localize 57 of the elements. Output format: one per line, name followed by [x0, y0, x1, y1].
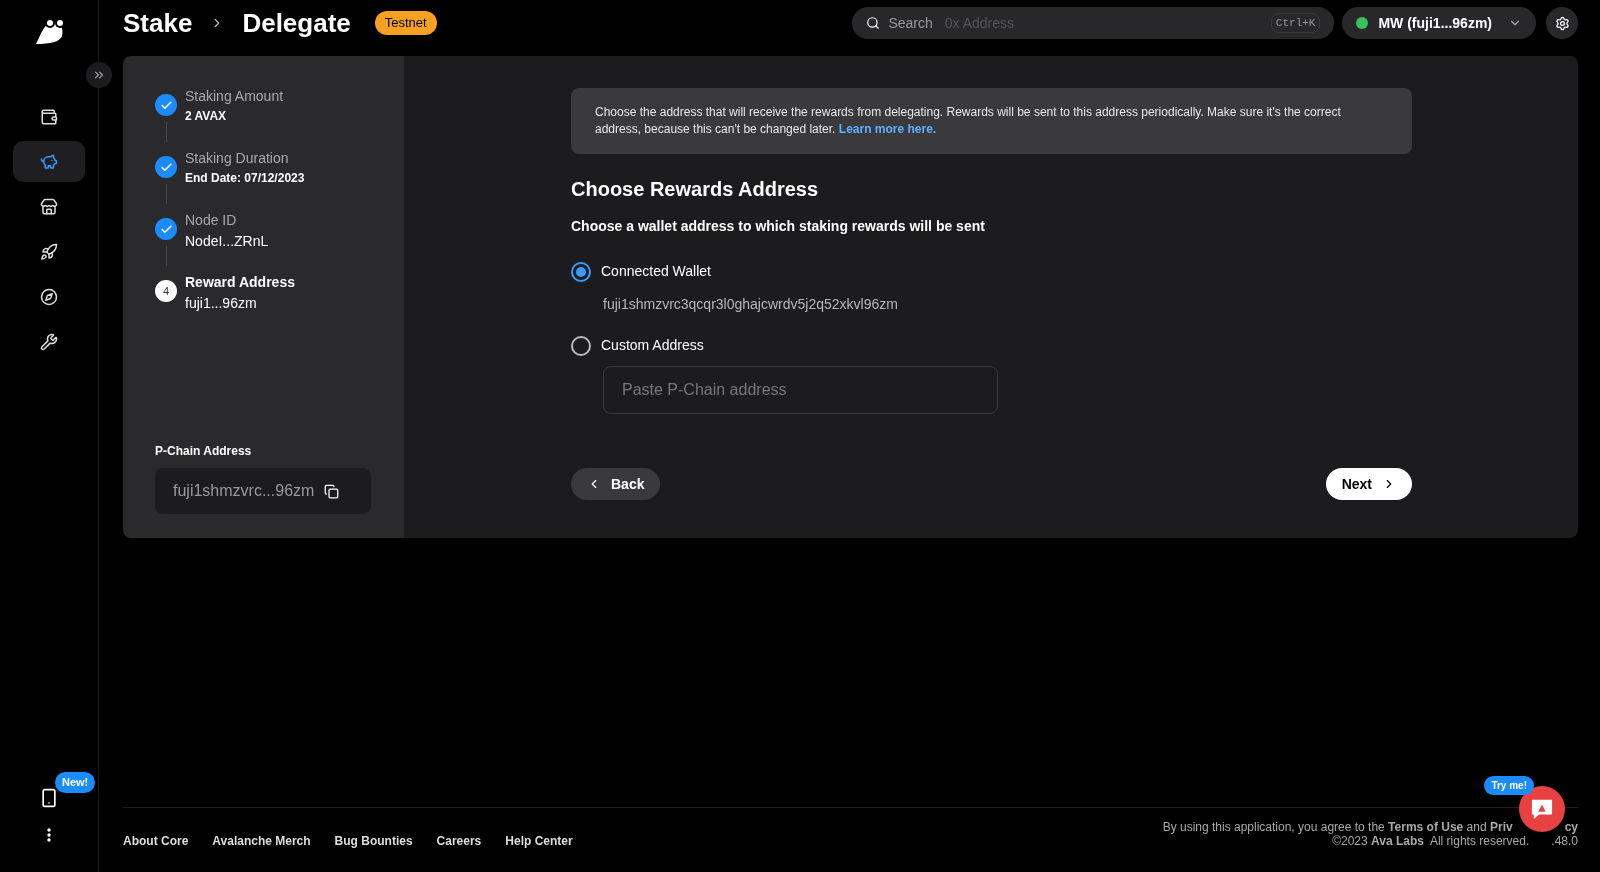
- copyright-text: ©2023 Ava Labs All rights reserved.: [1332, 834, 1530, 848]
- version-text: .48.0: [1551, 834, 1578, 848]
- try-me-badge: Try me!: [1484, 776, 1534, 795]
- dots-icon: [47, 828, 51, 842]
- settings-icon: [1554, 15, 1570, 31]
- step-title: Staking Amount: [185, 87, 284, 106]
- tools-icon: [40, 332, 58, 351]
- step-title: Reward Address: [185, 273, 295, 292]
- p-chain-address-field: fuji1shmzvrc...96zm: [155, 468, 371, 514]
- mobile-app-button[interactable]: [39, 788, 59, 808]
- footer-link[interactable]: About Core: [123, 832, 189, 850]
- search-icon: [866, 16, 881, 30]
- next-button[interactable]: Next: [1325, 468, 1412, 500]
- rocket-icon: [40, 242, 58, 261]
- radio-button[interactable]: [571, 261, 591, 282]
- phone-icon: [39, 788, 59, 808]
- back-button[interactable]: Back: [571, 468, 661, 500]
- info-banner: Choose the address that will receive the rewards from delegating. Rewards will be sent to this address periodically. Make sure it's the correct address, because this can't be changed later. Learn more here.: [571, 88, 1412, 154]
- settings-button[interactable]: [1546, 7, 1578, 39]
- chevrons-right-icon: [92, 68, 106, 82]
- store-icon: [40, 197, 58, 216]
- step-value: End Date: 07/12/2023: [185, 170, 305, 187]
- step-value: 2 AVAX: [185, 108, 228, 125]
- footer-link[interactable]: Bug Bounties: [334, 832, 413, 850]
- account-selector[interactable]: MW (fuji1...96zm): [1342, 7, 1536, 39]
- chat-logo-icon: [1530, 798, 1554, 820]
- new-badge: New!: [55, 772, 96, 793]
- wallet-icon: [40, 107, 58, 126]
- learn-more-link[interactable]: Learn more here.: [838, 122, 937, 136]
- shortcut-key: Ctrl+K: [1270, 12, 1321, 34]
- copy-icon[interactable]: [324, 483, 340, 499]
- p-chain-label: P-Chain Address: [155, 443, 253, 460]
- radio-label[interactable]: Custom Address: [601, 335, 704, 356]
- step-value: NodeI...ZRnL: [185, 232, 269, 251]
- piggy-bank-icon: [40, 152, 58, 171]
- footer-link[interactable]: Help Center: [505, 832, 573, 850]
- step-number: 4: [155, 280, 177, 302]
- step-title: Staking Duration: [185, 149, 290, 168]
- expand-sidebar-button[interactable]: [86, 62, 112, 88]
- radio-button[interactable]: [571, 335, 591, 356]
- more-options-icon[interactable]: [47, 828, 51, 842]
- terms-text: By using this application, you agree to the Terms of Use and Priv: [1162, 820, 1513, 834]
- footer-link[interactable]: Avalanche Merch: [212, 832, 311, 850]
- section-subheading: Choose a wallet address to which staking rewards will be sent: [571, 217, 986, 236]
- search-placeholder: Search: [888, 13, 933, 33]
- page-title: Delegate: [242, 6, 351, 40]
- compass-icon: [40, 287, 58, 306]
- radio-label[interactable]: Connected Wallet: [601, 261, 711, 282]
- terms-text-tail: cy: [1564, 820, 1578, 834]
- footer-link[interactable]: Careers: [436, 832, 482, 850]
- breadcrumb-title[interactable]: Stake: [123, 3, 193, 43]
- section-heading: Choose Rewards Address: [571, 177, 820, 202]
- step-value: fuji1...96zm: [185, 294, 258, 313]
- wallet-address: fuji1shmzvrc3qcqr3l0ghajcwrdv5j2q52xkvl96zm: [603, 295, 899, 314]
- testnet-badge: Testnet: [374, 11, 437, 35]
- step-title: Node ID: [185, 211, 238, 230]
- address-input-field[interactable]: Paste P-Chain address: [603, 366, 998, 414]
